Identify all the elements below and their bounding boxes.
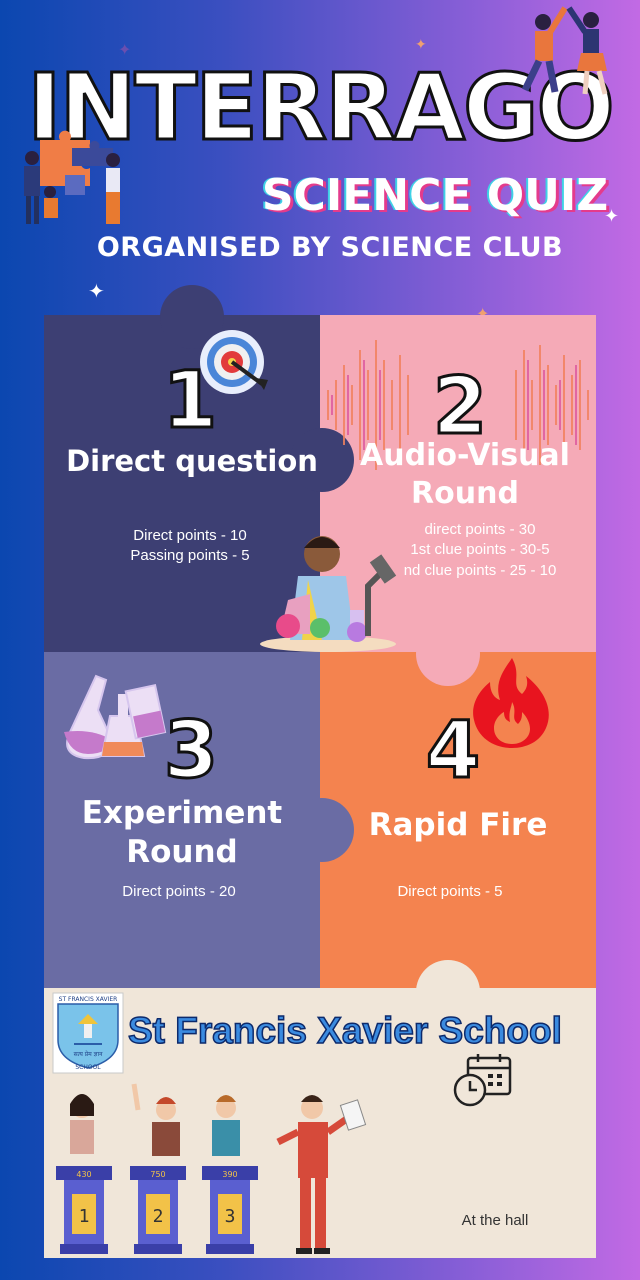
round-3-number: 3 [162, 706, 219, 796]
round-1-number: 1 [161, 356, 218, 446]
sparkle-icon: ✦ [604, 206, 620, 227]
sparkle-icon: ✦ [88, 279, 105, 303]
round-4-title: Rapid Fire [368, 807, 548, 843]
school-name: St Francis Xavier School [127, 1009, 562, 1052]
podium-number: 2 [153, 1206, 164, 1227]
round-1-points-line: Passing points - 5 [130, 547, 250, 565]
scientist-illustration [260, 536, 397, 652]
high-five-illustration [521, 6, 608, 95]
podium-number: 1 [79, 1206, 90, 1227]
round-4-points: Direct points - 5 [397, 883, 503, 900]
round-1-title: Direct question [66, 444, 318, 478]
logo-bottom-text: SCHOOL [75, 1064, 101, 1071]
round-2-number: 2 [431, 362, 488, 452]
logo-top-text: ST FRANCIS XAVIER [59, 996, 118, 1003]
round-2-title: Audio-Visual Round [340, 437, 590, 512]
round-1-points-line: Direct points - 10 [133, 527, 247, 544]
team-puzzle-illustration [24, 130, 120, 224]
game-show-illustration: 430 750 390 1 2 3 [56, 1083, 367, 1254]
round-2-title-line: Round [411, 475, 519, 511]
calendar-clock-icon [453, 1054, 512, 1107]
organiser-text: ORGANISED BY SCIENCE CLUB [96, 232, 564, 263]
round-3-title: Experiment Round [44, 794, 320, 872]
sparkle-icon: ✦ [415, 37, 427, 53]
logo-motto: सत्य प्रेम ज्ञान [74, 1050, 103, 1058]
round-1-points: Direct points - 10 Passing points - 5 [100, 526, 280, 567]
podium-number: 3 [225, 1206, 236, 1227]
sparkle-icon: ✦ [118, 40, 132, 59]
podium-score: 750 [150, 1170, 165, 1179]
school-logo-icon: ST FRANCIS XAVIER सत्य प्रेम ज्ञान SCHOO… [52, 992, 124, 1074]
round-2-title-line: Audio-Visual [360, 438, 570, 473]
venue-text: At the hall [461, 1212, 529, 1229]
flask-icon [64, 674, 167, 760]
round-3-points: Direct points - 20 [122, 883, 236, 900]
event-subtitle: SCIENCE QUIZ [261, 170, 609, 221]
round-3-title-line: Round [126, 833, 238, 870]
podium-score: 430 [76, 1170, 91, 1179]
round-4-number: 4 [424, 706, 481, 796]
podium-score: 390 [222, 1170, 237, 1179]
round-3-title-line: Experiment [81, 795, 283, 831]
